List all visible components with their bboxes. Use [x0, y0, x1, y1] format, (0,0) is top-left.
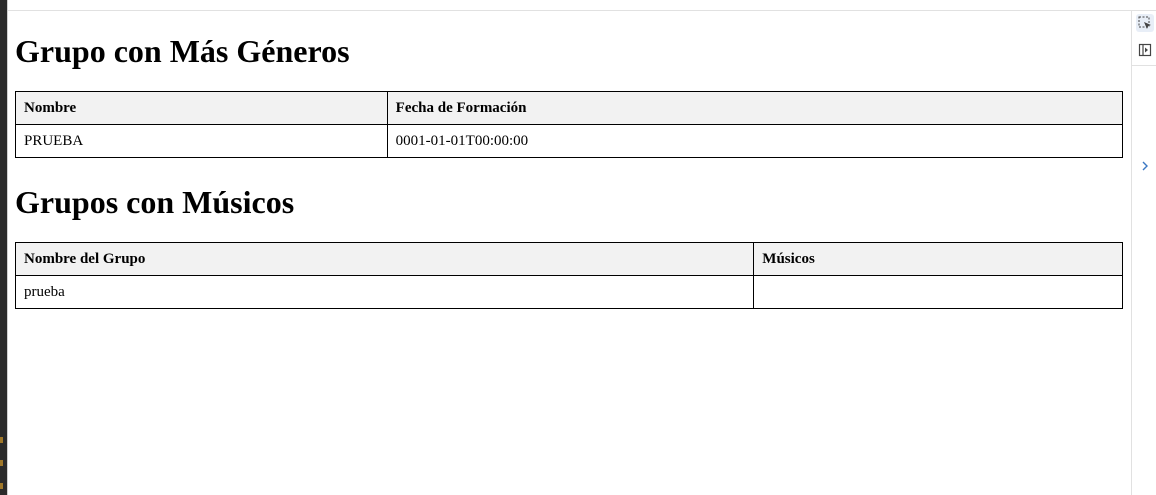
left-edge-strip	[0, 0, 8, 495]
toggle-panel-button[interactable]	[1136, 41, 1154, 59]
edge-marker	[0, 483, 3, 489]
table-header-row: Nombre del Grupo Músicos	[14, 242, 1123, 276]
table-row: PRUEBA 0001-01-01T00:00:00	[15, 124, 1124, 158]
table-header-row: Nombre Fecha de Formación	[15, 91, 1124, 125]
musicians-table: Nombre del Grupo Músicos prueba	[14, 242, 1123, 309]
musicians-heading: Grupos con Músicos	[15, 184, 295, 220]
edge-marker	[0, 437, 3, 443]
table-row: prueba	[14, 275, 1123, 309]
select-element-button[interactable]	[1136, 14, 1154, 32]
select-element-icon	[1138, 16, 1151, 29]
column-header-nombre-grupo: Nombre del Grupo	[14, 242, 755, 276]
edge-marker	[0, 460, 3, 466]
top-bar	[8, 0, 1156, 11]
genres-table: Nombre Fecha de Formación PRUEBA 0001-01…	[15, 91, 1124, 158]
genres-heading: Grupo con Más Géneros	[15, 33, 350, 69]
table-cell	[753, 275, 1123, 309]
panel-separator	[1132, 65, 1156, 66]
table-cell: prueba	[14, 275, 755, 309]
table-cell: 0001-01-01T00:00:00	[386, 124, 1124, 158]
column-header-nombre: Nombre	[15, 91, 388, 125]
expand-panel-button[interactable]	[1140, 159, 1150, 173]
devtools-side-panel	[1131, 11, 1156, 495]
chevron-right-icon	[1142, 161, 1148, 171]
table-cell: PRUEBA	[15, 124, 388, 158]
page-viewport: Grupo con Más Géneros Nombre Fecha de Fo…	[8, 11, 1131, 495]
toggle-panel-icon	[1138, 43, 1152, 57]
column-header-musicos: Músicos	[753, 242, 1123, 276]
column-header-fecha: Fecha de Formación	[386, 91, 1124, 125]
